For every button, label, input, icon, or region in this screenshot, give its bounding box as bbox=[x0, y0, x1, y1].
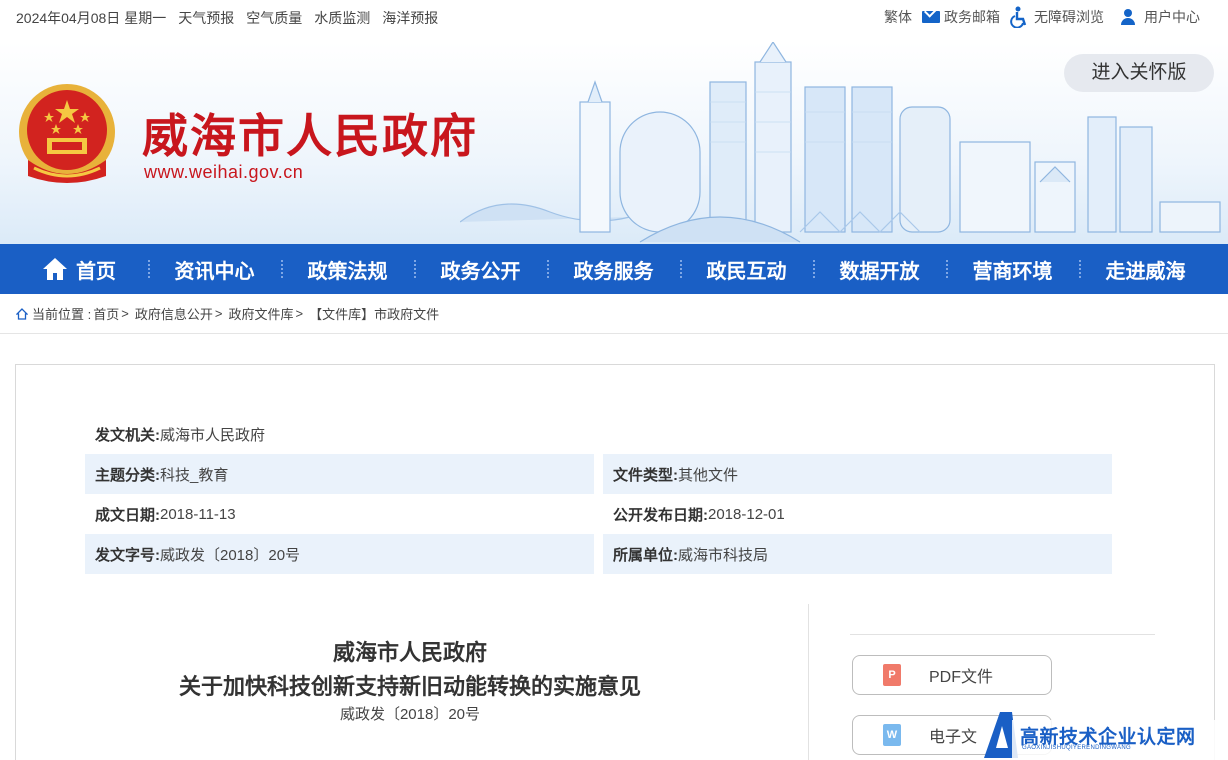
pdf-download-button[interactable]: P PDF文件 bbox=[852, 655, 1052, 695]
watermark-subtext: GAOXINJISHUQIYERENDINGWANG bbox=[1022, 745, 1131, 751]
home-icon bbox=[43, 258, 67, 280]
water-quality-link[interactable]: 水质监测 bbox=[314, 8, 370, 28]
breadcrumb-label: 当前位置 : bbox=[32, 307, 92, 322]
mail-label: 政务邮箱 bbox=[944, 9, 1000, 25]
user-center-label: 用户中心 bbox=[1144, 9, 1200, 25]
breadcrumb-doc-library[interactable]: 政府文件库 bbox=[228, 304, 293, 323]
meta-issuer: 发文机关: 威海市人民政府 bbox=[85, 414, 594, 454]
national-emblem-icon bbox=[19, 84, 115, 183]
document-number: 威政发〔2018〕20号 bbox=[339, 706, 481, 723]
weather-link[interactable]: 天气预报 bbox=[178, 8, 234, 28]
ocean-forecast-link[interactable]: 海洋预报 bbox=[382, 8, 438, 28]
traditional-label: 繁体 bbox=[884, 9, 912, 25]
nav-business-environment[interactable]: 营商环境 bbox=[946, 244, 1079, 294]
breadcrumb-sep: > bbox=[121, 306, 129, 321]
header-banner: 威海市人民政府 www.weihai.gov.cn 进入关怀版 bbox=[0, 42, 1228, 244]
meta-topic: 主题分类: 科技_教育 bbox=[85, 454, 594, 494]
top-bar: 2024年04月08日 星期一 天气预报 空气质量 水质监测 海洋预报 繁体 政… bbox=[0, 0, 1228, 34]
nav-home-label: 首页 bbox=[76, 260, 116, 283]
meta-row: 发文机关: 威海市人民政府 bbox=[85, 414, 1112, 454]
document-meta: 发文机关: 威海市人民政府 主题分类: 科技_教育 文件类型: 其他文件 成文日… bbox=[85, 414, 1112, 574]
site-url: www.weihai.gov.cn bbox=[144, 162, 304, 182]
meta-dept-value: 威海市科技局 bbox=[678, 546, 769, 564]
document-title: 威海市人民政府 关于加快科技创新支持新旧动能转换的实施意见 bbox=[110, 636, 710, 704]
wheelchair-icon bbox=[1010, 6, 1027, 28]
nav-open-data[interactable]: 数据开放 bbox=[813, 244, 946, 294]
meta-row: 发文字号: 威政发〔2018〕20号 所属单位: 威海市科技局 bbox=[85, 534, 1112, 574]
content-divider bbox=[808, 604, 809, 760]
meta-date: 成文日期: 2018-11-13 bbox=[85, 494, 594, 534]
meta-topic-value: 科技_教育 bbox=[160, 466, 229, 484]
word-file-icon: W bbox=[883, 724, 901, 746]
document-title-line1: 威海市人民政府 bbox=[332, 640, 487, 665]
meta-dept-key: 所属单位: bbox=[613, 546, 678, 564]
breadcrumb-divider bbox=[0, 333, 1228, 334]
user-icon bbox=[1120, 9, 1136, 25]
meta-issuer-value: 威海市人民政府 bbox=[160, 426, 266, 444]
doc-download-label: 电子文 bbox=[929, 729, 978, 746]
meta-filetype-key: 文件类型: bbox=[613, 466, 678, 484]
nav-interaction[interactable]: 政民互动 bbox=[680, 244, 813, 294]
meta-docno: 发文字号: 威政发〔2018〕20号 bbox=[85, 534, 594, 574]
meta-docno-key: 发文字号: bbox=[95, 546, 160, 564]
mail-icon bbox=[922, 11, 940, 23]
traditional-chinese-link[interactable]: 繁体 bbox=[884, 7, 912, 27]
breadcrumb-sep: > bbox=[295, 306, 304, 321]
sidebar-divider bbox=[850, 634, 1155, 635]
pdf-download-label: PDF文件 bbox=[929, 669, 994, 686]
nav-about-weihai[interactable]: 走进威海 bbox=[1079, 244, 1212, 294]
meta-date-value: 2018-11-13 bbox=[160, 505, 236, 523]
meta-dept: 所属单位: 威海市科技局 bbox=[603, 534, 1112, 574]
meta-docno-value: 威政发〔2018〕20号 bbox=[160, 546, 301, 564]
breadcrumb-sep: > bbox=[214, 306, 223, 321]
nav-news[interactable]: 资讯中心 bbox=[148, 244, 281, 294]
breadcrumb-home-icon bbox=[16, 307, 28, 320]
gov-mail-link[interactable]: 政务邮箱 bbox=[922, 7, 1000, 27]
meta-date-key: 成文日期: bbox=[95, 506, 160, 524]
breadcrumb-city-docs[interactable]: 【文件库】市政府文件 bbox=[309, 304, 439, 323]
meta-filetype: 文件类型: 其他文件 bbox=[603, 454, 1112, 494]
nav-policy[interactable]: 政策法规 bbox=[281, 244, 414, 294]
main-nav: 首页 资讯中心 政策法规 政务公开 政务服务 政民互动 数据开放 营商环境 走进… bbox=[0, 244, 1228, 294]
meta-filetype-value: 其他文件 bbox=[678, 466, 739, 484]
care-mode-button[interactable]: 进入关怀版 bbox=[1064, 54, 1214, 92]
meta-topic-key: 主题分类: bbox=[95, 466, 160, 484]
meta-row: 主题分类: 科技_教育 文件类型: 其他文件 bbox=[85, 454, 1112, 494]
current-date: 2024年04月08日 bbox=[16, 10, 121, 26]
breadcrumb-home[interactable]: 首页 bbox=[93, 304, 119, 323]
air-quality-link[interactable]: 空气质量 bbox=[246, 8, 302, 28]
nav-gov-affairs-open[interactable]: 政务公开 bbox=[414, 244, 547, 294]
breadcrumb-info-public[interactable]: 政府信息公开 bbox=[135, 304, 213, 323]
accessible-label: 无障碍浏览 bbox=[1034, 9, 1104, 25]
meta-issuer-key: 发文机关: bbox=[95, 426, 160, 444]
meta-publish-value: 2018-12-01 bbox=[708, 505, 785, 523]
nav-gov-services[interactable]: 政务服务 bbox=[547, 244, 680, 294]
nav-home[interactable]: 首页 bbox=[0, 244, 148, 294]
meta-publish-key: 公开发布日期: bbox=[613, 506, 708, 524]
accessible-browse-link[interactable]: 无障碍浏览 bbox=[1010, 6, 1104, 28]
breadcrumb: 当前位置 : 首页 > 政府信息公开 > 政府文件库 > 【文件库】市政府文件 bbox=[16, 304, 439, 323]
document-title-line2: 关于加快科技创新支持新旧动能转换的实施意见 bbox=[178, 674, 641, 699]
pdf-file-icon: P bbox=[883, 664, 901, 686]
user-center-link[interactable]: 用户中心 bbox=[1120, 7, 1200, 27]
meta-publish: 公开发布日期: 2018-12-01 bbox=[603, 494, 1112, 534]
site-title: 威海市人民政府 bbox=[142, 109, 478, 163]
current-weekday: 星期一 bbox=[124, 10, 167, 26]
meta-row: 成文日期: 2018-11-13 公开发布日期: 2018-12-01 bbox=[85, 494, 1112, 534]
